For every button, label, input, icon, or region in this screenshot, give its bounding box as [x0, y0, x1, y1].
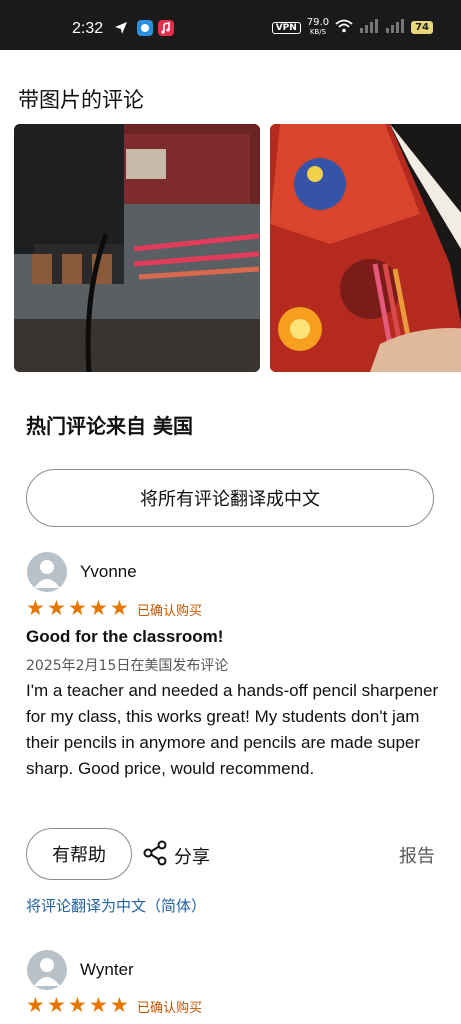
speed-value: 79.0 [306, 17, 330, 28]
review-photo-1[interactable] [14, 124, 260, 372]
signal-icon-2 [385, 19, 405, 36]
review-title: Good for the classroom! [26, 627, 224, 646]
star-icon: ★ [26, 596, 45, 620]
review-body: I'm a teacher and needed a hands-off pen… [26, 681, 439, 778]
battery-indicator: 74 [411, 21, 433, 34]
status-bar: 2:32 VPN 79.0 KB/S 74 [0, 0, 461, 50]
app-notification-icon [137, 20, 153, 36]
report-link[interactable]: 报告 [399, 842, 435, 868]
avatar [27, 950, 67, 990]
share-label: 分享 [174, 846, 210, 868]
reviewer-name: Wynter [80, 960, 134, 979]
star-rating: ★ ★ ★ ★ ★ [26, 596, 130, 620]
vpn-badge: VPN [271, 21, 301, 34]
top-reviews-title: 热门评论来自 美国 [26, 414, 193, 438]
verified-purchase-badge: 已确认购买 [137, 1001, 203, 1016]
photo-reviews-title: 带图片的评论 [18, 88, 144, 112]
star-icon: ★ [26, 993, 45, 1017]
network-speed: 79.0 KB/S [307, 18, 329, 37]
star-icon: ★ [47, 993, 66, 1017]
status-time: 2:32 [72, 20, 104, 37]
share-icon [142, 840, 168, 871]
star-rating: ★ ★ ★ ★ ★ [26, 993, 130, 1017]
navigation-arrow-icon [113, 20, 129, 36]
music-app-icon [158, 20, 174, 36]
star-icon: ★ [110, 596, 129, 620]
review-date: 2025年2月15日在美国发布评论 [26, 658, 229, 674]
star-icon: ★ [89, 993, 108, 1017]
signal-icon-1 [359, 19, 379, 36]
star-icon: ★ [47, 596, 66, 620]
star-icon: ★ [89, 596, 108, 620]
star-icon: ★ [68, 993, 87, 1017]
star-icon: ★ [68, 596, 87, 620]
share-button[interactable]: 分享 [142, 840, 210, 871]
verified-purchase-badge: 已确认购买 [137, 604, 203, 619]
helpful-button[interactable]: 有帮助 [26, 828, 132, 880]
wifi-icon [335, 19, 353, 36]
review-photo-2[interactable] [270, 124, 461, 372]
speed-unit: KB/S [309, 28, 327, 36]
translate-review-link[interactable]: 将评论翻译为中文（简体） [26, 895, 206, 916]
reviewer-name: Yvonne [80, 562, 137, 581]
status-right-group: VPN 79.0 KB/S 74 [271, 18, 433, 37]
translate-all-reviews-button[interactable]: 将所有评论翻译成中文 [26, 469, 434, 527]
avatar [27, 552, 67, 592]
star-icon: ★ [110, 993, 129, 1017]
